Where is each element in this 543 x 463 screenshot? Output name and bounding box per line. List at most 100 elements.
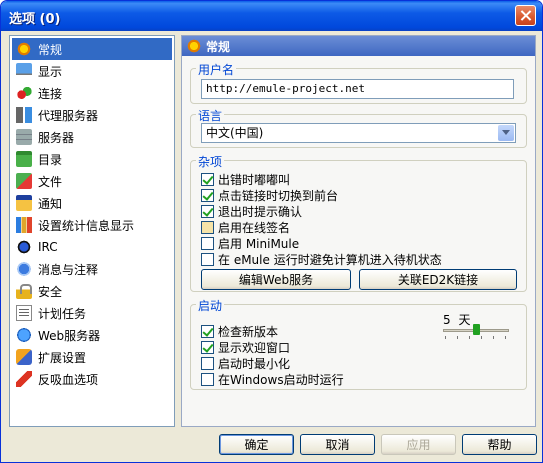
checkbox-label: 显示欢迎窗口	[218, 340, 291, 355]
username-group: 用户名 http://emule-project.net	[190, 61, 527, 104]
options-category-list[interactable]: 常规 显示 连接 代理服务器 服务器 目录 文件 通知 设置统计信息显示 IRC…	[9, 35, 175, 427]
sidebar-item-label: 文件	[38, 174, 63, 189]
checkbox-unchecked[interactable]	[201, 356, 214, 370]
folder-icon	[16, 151, 32, 167]
general-settings-panel: 常规 用户名 http://emule-project.net 语言 中文(中国…	[181, 35, 536, 427]
sidebar-item-notify[interactable]: 通知	[12, 192, 172, 214]
sidebar-item-label: 安全	[38, 284, 63, 299]
checkbox-label: 在 eMule 运行时避免计算机进入待机状态	[218, 252, 442, 267]
checkbox-label: 退出时提示确认	[218, 204, 303, 219]
scheduler-icon	[16, 305, 32, 321]
sidebar-item-extended[interactable]: 扩展设置	[12, 346, 172, 368]
checkbox-label: 启用在线签名	[218, 220, 291, 235]
checkbox-checked[interactable]	[201, 204, 214, 218]
irc-icon	[16, 239, 32, 255]
slider-tick	[505, 336, 506, 339]
title-bar[interactable]: 选项 (0)	[1, 1, 542, 31]
panel-title: 常规	[206, 39, 231, 54]
checkbox-label: 启动时最小化	[218, 356, 291, 371]
webserver-icon	[16, 327, 32, 343]
check-new-version-checkbox[interactable]: 检查新版本	[201, 323, 278, 339]
prompt-on-exit-checkbox[interactable]: 退出时提示确认	[201, 203, 302, 219]
slider-tick	[481, 336, 482, 339]
checkbox-label: 启用 MiniMule	[218, 236, 300, 251]
sidebar-item-label: 设置统计信息显示	[38, 218, 135, 233]
online-signature-checkbox[interactable]: 启用在线签名	[201, 219, 290, 235]
update-days-slider-thumb[interactable]	[472, 324, 480, 335]
update-days-unit: 天	[458, 313, 471, 327]
sidebar-item-label: 代理服务器	[38, 108, 99, 123]
prevent-standby-checkbox[interactable]: 在 eMule 运行时避免计算机进入待机状态	[201, 251, 442, 267]
chevron-down-icon[interactable]	[498, 125, 514, 141]
files-icon	[16, 173, 32, 189]
notify-icon	[16, 195, 32, 211]
startup-group-title: 启动	[196, 297, 225, 314]
sidebar-item-label: 扩展设置	[38, 350, 87, 365]
stats-icon	[16, 217, 32, 233]
beep-on-error-checkbox[interactable]: 出错时嘟嘟叫	[201, 171, 290, 187]
sidebar-item-label: Web服务器	[38, 328, 101, 343]
checkbox-unchecked[interactable]	[201, 252, 214, 266]
sidebar-item-label: 连接	[38, 86, 63, 101]
sidebar-item-directories[interactable]: 目录	[12, 148, 172, 170]
checkbox-checked[interactable]	[201, 172, 214, 186]
sidebar-item-security[interactable]: 安全	[12, 280, 172, 302]
language-select[interactable]: 中文(中国)	[201, 123, 516, 143]
minimule-checkbox[interactable]: 启用 MiniMule	[201, 235, 299, 251]
security-icon	[16, 283, 32, 299]
sidebar-item-statistics[interactable]: 设置统计信息显示	[12, 214, 172, 236]
sidebar-item-display[interactable]: 显示	[12, 60, 172, 82]
connection-icon	[16, 85, 32, 101]
sidebar-item-connection[interactable]: 连接	[12, 82, 172, 104]
edit-web-services-button[interactable]: 编辑Web服务	[201, 269, 351, 290]
checkbox-unchecked[interactable]	[201, 372, 214, 386]
slider-tick	[469, 336, 470, 339]
help-button[interactable]: 帮助	[462, 434, 537, 455]
checkbox-checked[interactable]	[201, 188, 214, 202]
language-group-title: 语言	[196, 107, 225, 124]
sidebar-item-scheduler[interactable]: 计划任务	[12, 302, 172, 324]
update-days-value: 5	[443, 313, 451, 327]
sidebar-item-messages[interactable]: 消息与注释	[12, 258, 172, 280]
show-splash-checkbox[interactable]: 显示欢迎窗口	[201, 339, 290, 355]
sidebar-item-label: 常规	[38, 42, 63, 57]
options-window: 选项 (0) 常规 显示 连接 代理服务器 服务器 目录 文件 通知 设置统计信…	[0, 0, 543, 463]
sidebar-item-general[interactable]: 常规	[12, 38, 172, 60]
general-icon	[186, 38, 202, 54]
proxy-icon	[16, 107, 32, 123]
username-input[interactable]: http://emule-project.net	[201, 79, 514, 99]
cancel-button[interactable]: 取消	[300, 434, 375, 455]
sidebar-item-irc[interactable]: IRC	[12, 236, 172, 258]
sidebar-item-webserver[interactable]: Web服务器	[12, 324, 172, 346]
sidebar-item-label: 消息与注释	[38, 262, 99, 277]
bring-to-front-checkbox[interactable]: 点击链接时切换到前台	[201, 187, 338, 203]
ok-button[interactable]: 确定	[219, 434, 294, 455]
sidebar-item-label: 反吸血选项	[38, 372, 99, 387]
display-icon	[16, 63, 32, 79]
startup-group: 启动 5 天 检查新版本 显示欢迎窗口 启动时最小化 在Windows启动时运行	[190, 297, 527, 390]
slider-tick	[457, 336, 458, 339]
sidebar-item-label: 计划任务	[38, 306, 87, 321]
antileech-icon	[16, 371, 32, 387]
username-group-title: 用户名	[196, 61, 237, 78]
checkbox-label: 检查新版本	[218, 324, 279, 339]
sidebar-item-server[interactable]: 服务器	[12, 126, 172, 148]
sidebar-item-files[interactable]: 文件	[12, 170, 172, 192]
sidebar-item-proxy[interactable]: 代理服务器	[12, 104, 172, 126]
server-icon	[16, 129, 32, 145]
panel-header: 常规	[182, 36, 535, 56]
associate-ed2k-links-button[interactable]: 关联ED2K链接	[359, 269, 517, 290]
messages-icon	[16, 261, 32, 277]
close-button[interactable]	[515, 5, 536, 26]
checkbox-unchecked[interactable]	[201, 220, 214, 234]
sidebar-item-antileech[interactable]: 反吸血选项	[12, 368, 172, 390]
language-group: 语言 中文(中国)	[190, 107, 527, 148]
run-on-windows-start-checkbox[interactable]: 在Windows启动时运行	[201, 371, 344, 387]
language-select-value: 中文(中国)	[206, 126, 264, 140]
checkbox-unchecked[interactable]	[201, 236, 214, 250]
checkbox-checked[interactable]	[201, 340, 214, 354]
sidebar-item-label: 显示	[38, 64, 63, 79]
checkbox-checked[interactable]	[201, 324, 214, 338]
start-minimized-checkbox[interactable]: 启动时最小化	[201, 355, 290, 371]
apply-button[interactable]: 应用	[381, 434, 456, 455]
